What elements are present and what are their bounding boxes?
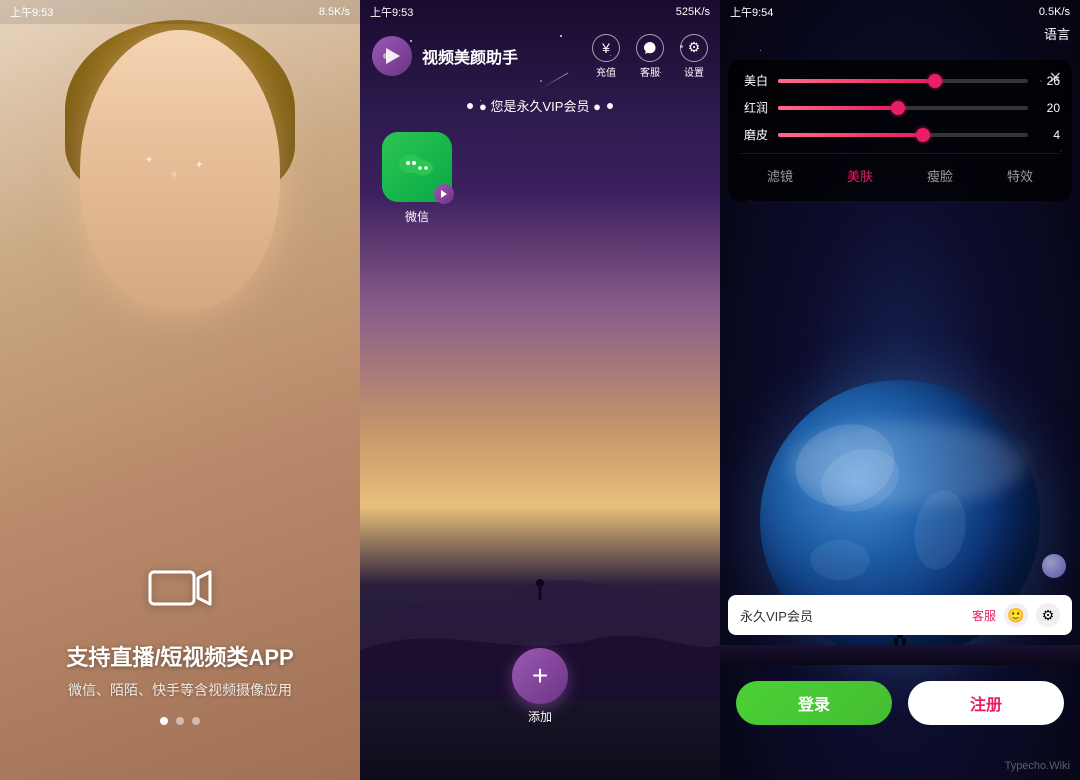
login-label: 登录 — [798, 691, 830, 715]
app-logo — [372, 36, 412, 76]
add-button[interactable]: + 添加 — [512, 648, 568, 725]
beauty-tabs: 滤镜 美肤 瘦脸 特效 — [740, 153, 1060, 189]
p2-time: 上午9:53 — [370, 4, 413, 20]
login-button[interactable]: 登录 — [736, 681, 892, 725]
vip-settings-icon[interactable]: ⚙ — [1036, 603, 1060, 627]
p2-network: 525K/s — [676, 6, 710, 18]
smoothing-value: 4 — [1038, 128, 1060, 142]
service-label: 客服 — [640, 64, 660, 79]
panel-2: 上午9:53 525K/s 视频美颜助手 ¥ 充值 客服 — [360, 0, 720, 780]
language-button[interactable]: 语言 — [1044, 24, 1070, 43]
ruddy-row: 红润 20 — [740, 99, 1060, 116]
tab-slim[interactable]: 瘦脸 — [919, 162, 961, 189]
settings-icon: ⚙ — [680, 34, 708, 62]
vip-text: ● 您是永久VIP会员 ● — [479, 96, 601, 115]
wechat-app-item[interactable]: 微信 — [372, 132, 462, 225]
beauty-controls: ✕ 美白 26 红润 20 磨皮 4 — [728, 60, 1072, 201]
p1-network: 8.5K/s — [319, 6, 350, 18]
service-button[interactable]: 客服 — [636, 34, 664, 79]
whitening-fill — [778, 79, 928, 83]
close-button[interactable]: ✕ — [1049, 68, 1062, 88]
sparkle-3: ✦ — [195, 160, 203, 171]
vip-actions: 客服 🙂 ⚙ — [972, 603, 1060, 627]
header-actions: ¥ 充值 客服 ⚙ 设置 — [592, 34, 708, 79]
tab-effect[interactable]: 特效 — [999, 162, 1041, 189]
panel1-title: 支持直播/短视频类APP — [0, 640, 360, 672]
vip-status-bar: ● 您是永久VIP会员 ● — [360, 96, 720, 115]
add-circle-icon: + — [512, 648, 568, 704]
tab-skin[interactable]: 美肤 — [839, 162, 881, 189]
vip-dot-left — [467, 103, 473, 109]
settings-label: 设置 — [684, 64, 704, 79]
add-plus-icon: + — [532, 660, 548, 692]
wechat-icon-wrap — [382, 132, 452, 202]
auth-buttons: 登录 注册 — [720, 681, 1080, 725]
wechat-badge — [434, 184, 454, 204]
ruddy-fill — [778, 106, 891, 110]
dot-3[interactable] — [192, 717, 200, 725]
vip-bar: 永久VIP会员 客服 🙂 ⚙ — [728, 595, 1072, 635]
register-button[interactable]: 注册 — [908, 681, 1064, 725]
register-label: 注册 — [970, 691, 1002, 715]
smoothing-fill — [778, 133, 916, 137]
whitening-label: 美白 — [740, 72, 768, 89]
dot-1[interactable] — [160, 717, 168, 725]
smoothing-label: 磨皮 — [740, 126, 768, 143]
p3-time: 上午9:54 — [730, 4, 773, 20]
whitening-row: 美白 26 — [740, 72, 1060, 89]
panel1-dots — [0, 717, 360, 725]
panel1-subtitle: 微信、陌陌、快手等含视频摄像应用 — [0, 680, 360, 700]
ruddy-value: 20 — [1038, 101, 1060, 115]
sparkle-1: ✦ — [145, 155, 153, 166]
p3-network: 0.5K/s — [1039, 6, 1070, 18]
girl-face — [80, 30, 280, 310]
panel3-statusbar: 上午9:54 0.5K/s — [720, 0, 1080, 24]
recharge-label: 充值 — [596, 64, 616, 79]
panel-1: ✦ ✧ ✦ 上午9:53 8.5K/s 支持直播/短视频类APP 微信、陌陌、快… — [0, 0, 360, 780]
ruddy-track[interactable] — [778, 106, 1028, 110]
video-icon — [0, 564, 360, 624]
settings-button[interactable]: ⚙ 设置 — [680, 34, 708, 79]
sparkle-2: ✧ — [170, 170, 178, 181]
service-icon — [636, 34, 664, 62]
panel1-content: 支持直播/短视频类APP 微信、陌陌、快手等含视频摄像应用 — [0, 564, 360, 700]
panel-3: 上午9:54 0.5K/s 语言 ✕ 美白 26 红润 20 磨皮 — [720, 0, 1080, 780]
panel2-header: 视频美颜助手 ¥ 充值 客服 ⚙ 设置 — [360, 24, 720, 88]
add-label: 添加 — [528, 708, 552, 725]
smoothing-track[interactable] — [778, 133, 1028, 137]
sphere-decoration — [1042, 554, 1066, 578]
vip-service-link[interactable]: 客服 — [972, 607, 996, 624]
smoothing-thumb[interactable] — [916, 128, 930, 142]
panel1-statusbar: 上午9:53 8.5K/s — [0, 0, 360, 24]
app-grid: 微信 — [360, 120, 720, 237]
watermark: Typecho.Wiki — [1005, 760, 1070, 772]
app-name: 视频美颜助手 — [422, 44, 592, 68]
vip-emoji-icon: 🙂 — [1004, 603, 1028, 627]
panel2-statusbar: 上午9:53 525K/s — [360, 0, 720, 24]
dot-2[interactable] — [176, 717, 184, 725]
lang-label: 语言 — [1044, 27, 1070, 42]
ruddy-thumb[interactable] — [891, 101, 905, 115]
vip-label: 永久VIP会员 — [740, 606, 972, 625]
vip-dot-right — [607, 103, 613, 109]
tab-filter[interactable]: 滤镜 — [759, 162, 801, 189]
whitening-track[interactable] — [778, 79, 1028, 83]
ruddy-label: 红润 — [740, 99, 768, 116]
recharge-button[interactable]: ¥ 充值 — [592, 34, 620, 79]
recharge-icon: ¥ — [592, 34, 620, 62]
p1-time: 上午9:53 — [10, 4, 53, 20]
smoothing-row: 磨皮 4 — [740, 126, 1060, 143]
wechat-label: 微信 — [405, 208, 429, 225]
whitening-thumb[interactable] — [928, 74, 942, 88]
panel3-bottom — [720, 730, 1080, 780]
